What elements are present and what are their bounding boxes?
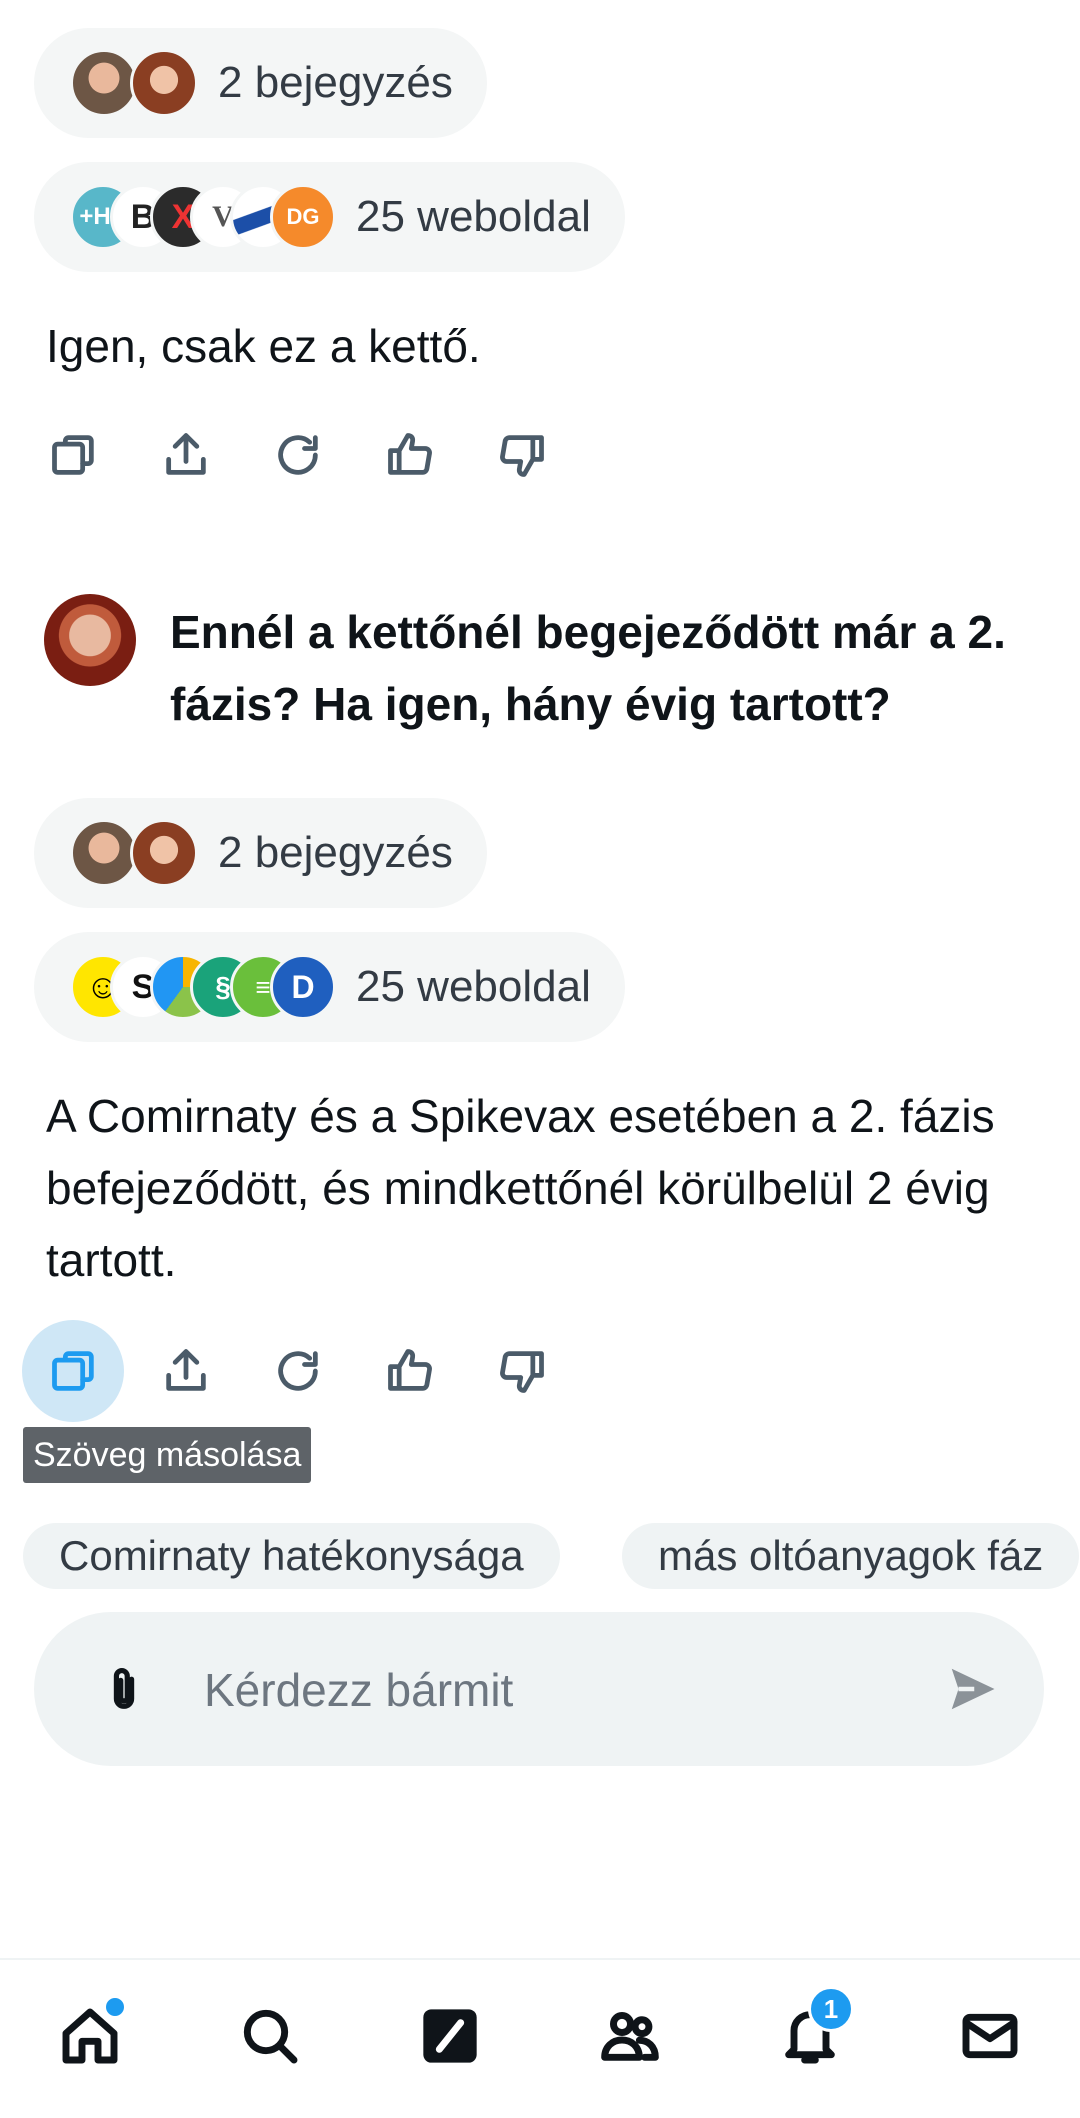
thumbs-up-icon: [388, 1349, 432, 1391]
posts-sources-pill[interactable]: 2 bejegyzés: [34, 28, 487, 138]
nav-communities[interactable]: [594, 2000, 666, 2072]
share-button[interactable]: [158, 1343, 214, 1399]
copy-button[interactable]: [46, 427, 102, 483]
web-sources-pill[interactable]: ☺ S § ≡ D 25 weboldal: [34, 932, 625, 1042]
nav-home[interactable]: [54, 1996, 126, 2072]
share-button[interactable]: [158, 427, 214, 483]
prompt-input[interactable]: [202, 1612, 926, 1768]
thumbs-down-icon: [500, 1351, 544, 1393]
posts-sources-pill[interactable]: 2 bejegyzés: [34, 798, 487, 908]
share-icon: [166, 1349, 206, 1391]
website-favicons: ☺ S § ≡ D: [70, 954, 336, 1020]
suggestion-chip[interactable]: Comirnaty hatékonysága: [23, 1523, 560, 1589]
communities-icon: [601, 2012, 659, 2061]
suggestion-chip[interactable]: más oltóanyagok fáz: [622, 1523, 1080, 1589]
favicon-d-icon: D: [270, 954, 336, 1020]
answer-actions: [46, 1343, 606, 1399]
messages-icon: [962, 2013, 1018, 2059]
nav-messages[interactable]: [954, 2000, 1026, 2072]
notification-badge: 1: [808, 1986, 854, 2032]
user-question: Ennél a kettőnél begejeződött már a 2. f…: [170, 606, 1006, 730]
answer-text: Igen, csak ez a kettő.: [46, 320, 481, 372]
refresh-icon: [278, 435, 318, 475]
nav-grok[interactable]: [414, 2000, 486, 2072]
copy-tooltip: Szöveg másolása: [23, 1427, 312, 1483]
websites-count-label: 25 weboldal: [356, 962, 591, 1011]
thumbs-up-icon: [388, 433, 432, 475]
web-sources-pill[interactable]: +HP B X V DG 25 weboldal: [34, 162, 625, 272]
send-button[interactable]: [942, 1659, 1002, 1719]
posts-count-label: 2 bejegyzés: [218, 828, 453, 877]
paperclip-icon: [113, 1668, 135, 1709]
thumbs-down-icon: [500, 435, 544, 477]
nav-notifications[interactable]: 1: [774, 1986, 854, 2072]
post-author-avatars: [70, 49, 198, 117]
avatar: [70, 49, 138, 117]
refresh-icon: [278, 1351, 318, 1391]
website-favicons: +HP B X V DG: [70, 184, 336, 250]
answer-actions: [46, 427, 606, 483]
composer: [34, 1612, 1044, 1768]
posts-count-label: 2 bejegyzés: [218, 58, 453, 107]
nav-search[interactable]: [234, 2000, 306, 2072]
dislike-button[interactable]: [494, 427, 550, 483]
regenerate-button[interactable]: [270, 1343, 326, 1399]
answer-text: A Comirnaty és a Spikevax esetében a 2. …: [46, 1090, 995, 1286]
avatar: [130, 49, 198, 117]
regenerate-button[interactable]: [270, 427, 326, 483]
search-icon: [243, 2009, 298, 2064]
grok-icon: [423, 2009, 477, 2063]
copy-icon: [52, 435, 94, 475]
dislike-button[interactable]: [494, 1343, 550, 1399]
copy-button[interactable]: [46, 1343, 102, 1399]
bottom-nav: 1: [0, 1958, 1080, 2118]
post-author-avatars: [70, 819, 198, 887]
new-content-dot: [104, 1996, 126, 2018]
attach-button[interactable]: [94, 1659, 154, 1719]
user-avatar: [44, 594, 136, 686]
avatar: [70, 819, 138, 887]
favicon-dg-icon: DG: [270, 184, 336, 250]
websites-count-label: 25 weboldal: [356, 192, 591, 241]
share-icon: [166, 433, 206, 475]
send-icon: [951, 1668, 995, 1710]
like-button[interactable]: [382, 1343, 438, 1399]
avatar: [130, 819, 198, 887]
copy-icon: [52, 1351, 94, 1391]
like-button[interactable]: [382, 427, 438, 483]
